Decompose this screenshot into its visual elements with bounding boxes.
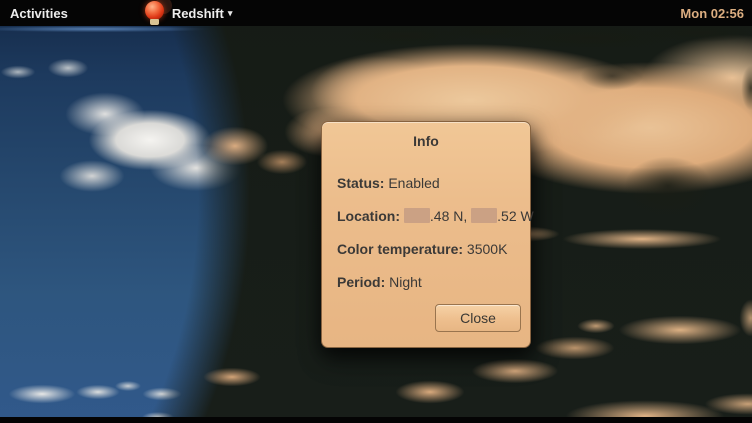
- temperature-row: Color temperature: 3500K: [337, 241, 516, 257]
- location-latitude-text: .48 N,: [430, 208, 467, 224]
- period-value: Night: [389, 274, 422, 290]
- top-panel: Activities Redshift ▾ Mon 02:56: [0, 0, 752, 26]
- location-row: Location: .48 N, .52 W: [337, 208, 516, 224]
- redshift-bulb-icon: [144, 0, 169, 26]
- temperature-value: 3500K: [467, 241, 507, 257]
- app-menu-label: Redshift: [172, 6, 224, 21]
- location-label: Location:: [337, 208, 400, 224]
- status-value: Enabled: [388, 175, 439, 191]
- period-row: Period: Night: [337, 274, 516, 290]
- status-label: Status:: [337, 175, 384, 191]
- redacted-latitude-box: [404, 208, 430, 223]
- location-longitude-text: .52 W: [497, 208, 534, 224]
- bulb-base: [150, 19, 159, 25]
- dialog-body: Status: Enabled Location: .48 N, .52 W C…: [322, 149, 530, 290]
- bulb-glass: [145, 1, 164, 20]
- app-menu-button[interactable]: Redshift ▾: [138, 0, 239, 26]
- activities-button[interactable]: Activities: [0, 0, 80, 26]
- dialog-title: Info: [322, 133, 530, 149]
- temperature-label: Color temperature:: [337, 241, 463, 257]
- period-label: Period:: [337, 274, 385, 290]
- close-button[interactable]: Close: [435, 304, 521, 332]
- redacted-longitude-box: [471, 208, 497, 223]
- status-row: Status: Enabled: [337, 175, 516, 191]
- clock-button[interactable]: Mon 02:56: [672, 0, 752, 26]
- screen-bottom-edge: [0, 417, 752, 423]
- chevron-down-icon: ▾: [228, 8, 233, 19]
- info-dialog: Info Status: Enabled Location: .48 N, .5…: [321, 121, 531, 348]
